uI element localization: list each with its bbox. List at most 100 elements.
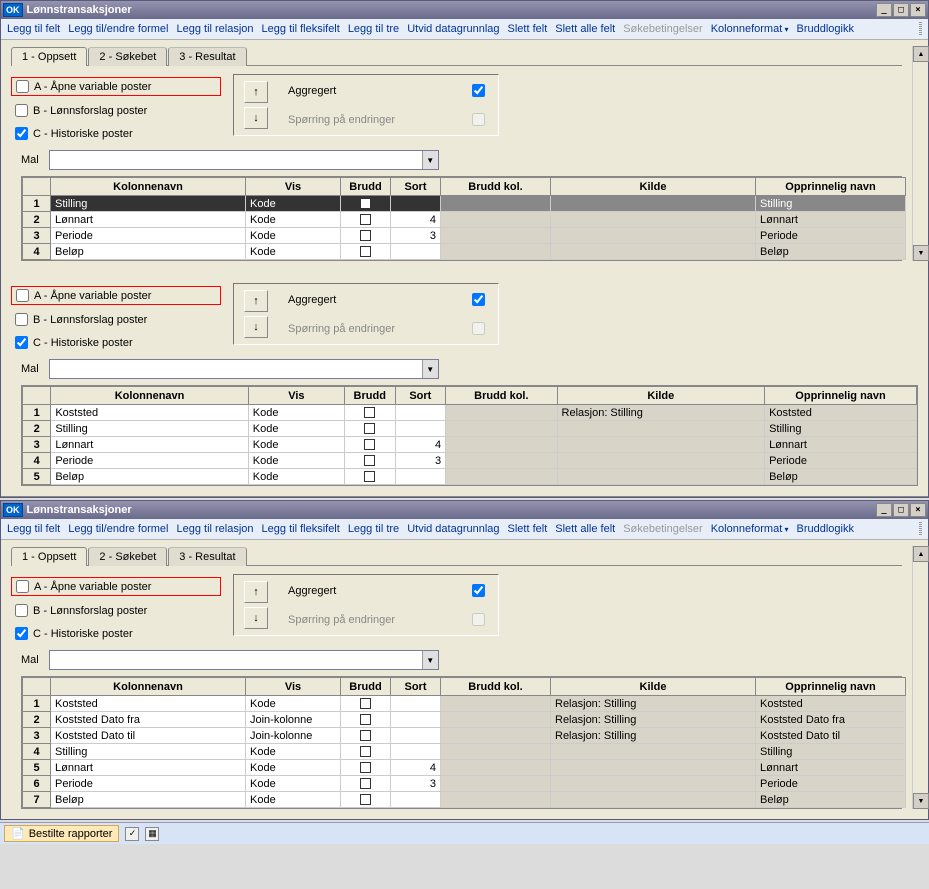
window-2: OK Lønnstransaksjoner _ □ × Legg til fel… bbox=[0, 500, 929, 820]
tab-oppsett[interactable]: 1 - Oppsett bbox=[11, 47, 87, 66]
toolbar-legg-til-tre[interactable]: Legg til tre bbox=[348, 23, 399, 35]
move-down-button[interactable]: ↓ bbox=[244, 107, 268, 129]
chevron-down-icon[interactable]: ▼ bbox=[422, 651, 438, 669]
aggregert-check[interactable] bbox=[472, 584, 485, 597]
table-row[interactable]: 4 Beløp Kode Beløp bbox=[23, 244, 906, 260]
columns-grid-1[interactable]: Kolonnenavn Vis Brudd Sort Brudd kol. Ki… bbox=[21, 176, 902, 261]
poster-checks: A - Åpne variable poster B - Lønnsforsla… bbox=[11, 74, 221, 142]
columns-grid-2[interactable]: Kolonnenavn Vis Brudd Sort Brudd kol. Ki… bbox=[21, 385, 918, 486]
taskbar-bestilte-rapporter[interactable]: 📄 Bestilte rapporter bbox=[4, 825, 119, 842]
toolbar-slett-felt[interactable]: Slett felt bbox=[508, 23, 548, 35]
check-c[interactable] bbox=[15, 336, 28, 349]
app-logo-icon: OK bbox=[3, 3, 23, 17]
table-row[interactable]: 1 Stilling Kode Stilling bbox=[23, 196, 906, 212]
toolbar-legg-til-fleksifelt[interactable]: Legg til fleksifelt bbox=[262, 523, 340, 535]
columns-grid-3[interactable]: Kolonnenavn Vis Brudd Sort Brudd kol. Ki… bbox=[21, 676, 902, 809]
toolbar-slett-alle-felt[interactable]: Slett alle felt bbox=[555, 523, 615, 535]
toolbar-bruddlogikk[interactable]: Bruddlogikk bbox=[797, 23, 854, 35]
close-button[interactable]: × bbox=[910, 3, 926, 17]
check-a[interactable] bbox=[16, 80, 29, 93]
check-c[interactable] bbox=[15, 127, 28, 140]
table-row[interactable]: 5 Beløp Kode Beløp bbox=[23, 469, 917, 485]
tab-oppsett[interactable]: 1 - Oppsett bbox=[11, 547, 87, 566]
mal-select[interactable]: ▼ bbox=[49, 150, 439, 170]
toolbar-legg-til-fleksifelt[interactable]: Legg til fleksifelt bbox=[262, 23, 340, 35]
check-a-label: A - Åpne variable poster bbox=[34, 81, 151, 93]
check-a[interactable] bbox=[16, 289, 29, 302]
scroll-up-icon[interactable]: ▲ bbox=[913, 46, 929, 62]
move-down-button[interactable]: ↓ bbox=[244, 316, 268, 338]
move-down-button[interactable]: ↓ bbox=[244, 607, 268, 629]
minimize-button[interactable]: _ bbox=[876, 3, 892, 17]
toolbar-legg-til-endre-formel[interactable]: Legg til/endre formel bbox=[68, 523, 168, 535]
toolbar-kolonneformat[interactable]: Kolonneformat bbox=[711, 523, 789, 535]
maximize-button[interactable]: □ bbox=[893, 503, 909, 517]
sporring-label: Spørring på endringer bbox=[288, 114, 395, 126]
table-row[interactable]: 1 Koststed Kode Relasjon: Stilling Kosts… bbox=[23, 696, 906, 712]
toolbar-legg-til-endre-formel[interactable]: Legg til/endre formel bbox=[68, 23, 168, 35]
table-row[interactable]: 7 Beløp Kode Beløp bbox=[23, 792, 906, 808]
sporring-check[interactable] bbox=[472, 613, 485, 626]
check-b[interactable] bbox=[15, 104, 28, 117]
taskbar: 📄 Bestilte rapporter ✓ ▦ bbox=[0, 822, 929, 844]
vertical-scrollbar[interactable]: ▲ ▼ bbox=[912, 546, 928, 809]
table-row[interactable]: 3 Lønnart Kode 4 Lønnart bbox=[23, 437, 917, 453]
toolbar-grip-icon bbox=[919, 522, 922, 536]
table-row[interactable]: 2 Koststed Dato fra Join-kolonne Relasjo… bbox=[23, 712, 906, 728]
scroll-down-icon[interactable]: ▼ bbox=[913, 793, 929, 809]
check-a[interactable] bbox=[16, 580, 29, 593]
maximize-button[interactable]: □ bbox=[893, 3, 909, 17]
check-c[interactable] bbox=[15, 627, 28, 640]
aggregert-check[interactable] bbox=[472, 84, 485, 97]
table-row[interactable]: 3 Periode Kode 3 Periode bbox=[23, 228, 906, 244]
move-up-button[interactable]: ↑ bbox=[244, 81, 268, 103]
move-up-button[interactable]: ↑ bbox=[244, 581, 268, 603]
table-row[interactable]: 4 Stilling Kode Stilling bbox=[23, 744, 906, 760]
toolbar-legg-til-relasjon[interactable]: Legg til relasjon bbox=[176, 23, 253, 35]
chevron-down-icon[interactable]: ▼ bbox=[422, 360, 438, 378]
aggregert-label: Aggregert bbox=[288, 85, 336, 97]
table-row[interactable]: 4 Periode Kode 3 Periode bbox=[23, 453, 917, 469]
toolbar-bruddlogikk[interactable]: Bruddlogikk bbox=[797, 523, 854, 535]
move-up-button[interactable]: ↑ bbox=[244, 290, 268, 312]
toolbar-legg-til-felt[interactable]: Legg til felt bbox=[7, 523, 60, 535]
toolbar-slett-alle-felt[interactable]: Slett alle felt bbox=[555, 23, 615, 35]
mal-select[interactable]: ▼ bbox=[49, 359, 439, 379]
mal-select[interactable]: ▼ bbox=[49, 650, 439, 670]
toolbar-utvid-datagrunnlag[interactable]: Utvid datagrunnlag bbox=[407, 523, 499, 535]
check-b[interactable] bbox=[15, 313, 28, 326]
toolbar-kolonneformat[interactable]: Kolonneformat bbox=[711, 23, 789, 35]
taskbar-icon-1[interactable]: ✓ bbox=[125, 827, 139, 841]
window-title: Lønnstransaksjoner bbox=[27, 504, 877, 516]
scroll-down-icon[interactable]: ▼ bbox=[913, 245, 929, 261]
vertical-scrollbar[interactable]: ▲ ▼ bbox=[912, 46, 928, 261]
titlebar[interactable]: OK Lønnstransaksjoner _ □ × bbox=[1, 1, 928, 19]
table-row[interactable]: 6 Periode Kode 3 Periode bbox=[23, 776, 906, 792]
aggregert-check[interactable] bbox=[472, 293, 485, 306]
titlebar[interactable]: OK Lønnstransaksjoner _ □ × bbox=[1, 501, 928, 519]
tab-resultat[interactable]: 3 - Resultat bbox=[168, 547, 246, 566]
scroll-up-icon[interactable]: ▲ bbox=[913, 546, 929, 562]
check-b[interactable] bbox=[15, 604, 28, 617]
table-row[interactable]: 5 Lønnart Kode 4 Lønnart bbox=[23, 760, 906, 776]
sporring-check[interactable] bbox=[472, 322, 485, 335]
close-button[interactable]: × bbox=[910, 503, 926, 517]
minimize-button[interactable]: _ bbox=[876, 503, 892, 517]
chevron-down-icon[interactable]: ▼ bbox=[422, 151, 438, 169]
tab-sokebet[interactable]: 2 - Søkebet bbox=[88, 47, 167, 66]
sporring-check[interactable] bbox=[472, 113, 485, 126]
tab-resultat[interactable]: 3 - Resultat bbox=[168, 47, 246, 66]
toolbar-legg-til-relasjon[interactable]: Legg til relasjon bbox=[176, 523, 253, 535]
table-row[interactable]: 2 Lønnart Kode 4 Lønnart bbox=[23, 212, 906, 228]
toolbar-utvid-datagrunnlag[interactable]: Utvid datagrunnlag bbox=[407, 23, 499, 35]
table-row[interactable]: 2 Stilling Kode Stilling bbox=[23, 421, 917, 437]
toolbar-grip-icon bbox=[919, 22, 922, 36]
toolbar-legg-til-tre[interactable]: Legg til tre bbox=[348, 523, 399, 535]
tab-sokebet[interactable]: 2 - Søkebet bbox=[88, 547, 167, 566]
toolbar-legg-til-felt[interactable]: Legg til felt bbox=[7, 23, 60, 35]
taskbar-icon-2[interactable]: ▦ bbox=[145, 827, 159, 841]
window-title: Lønnstransaksjoner bbox=[27, 4, 877, 16]
toolbar-slett-felt[interactable]: Slett felt bbox=[508, 523, 548, 535]
table-row[interactable]: 1 Koststed Kode Relasjon: Stilling Kosts… bbox=[23, 405, 917, 421]
table-row[interactable]: 3 Koststed Dato til Join-kolonne Relasjo… bbox=[23, 728, 906, 744]
